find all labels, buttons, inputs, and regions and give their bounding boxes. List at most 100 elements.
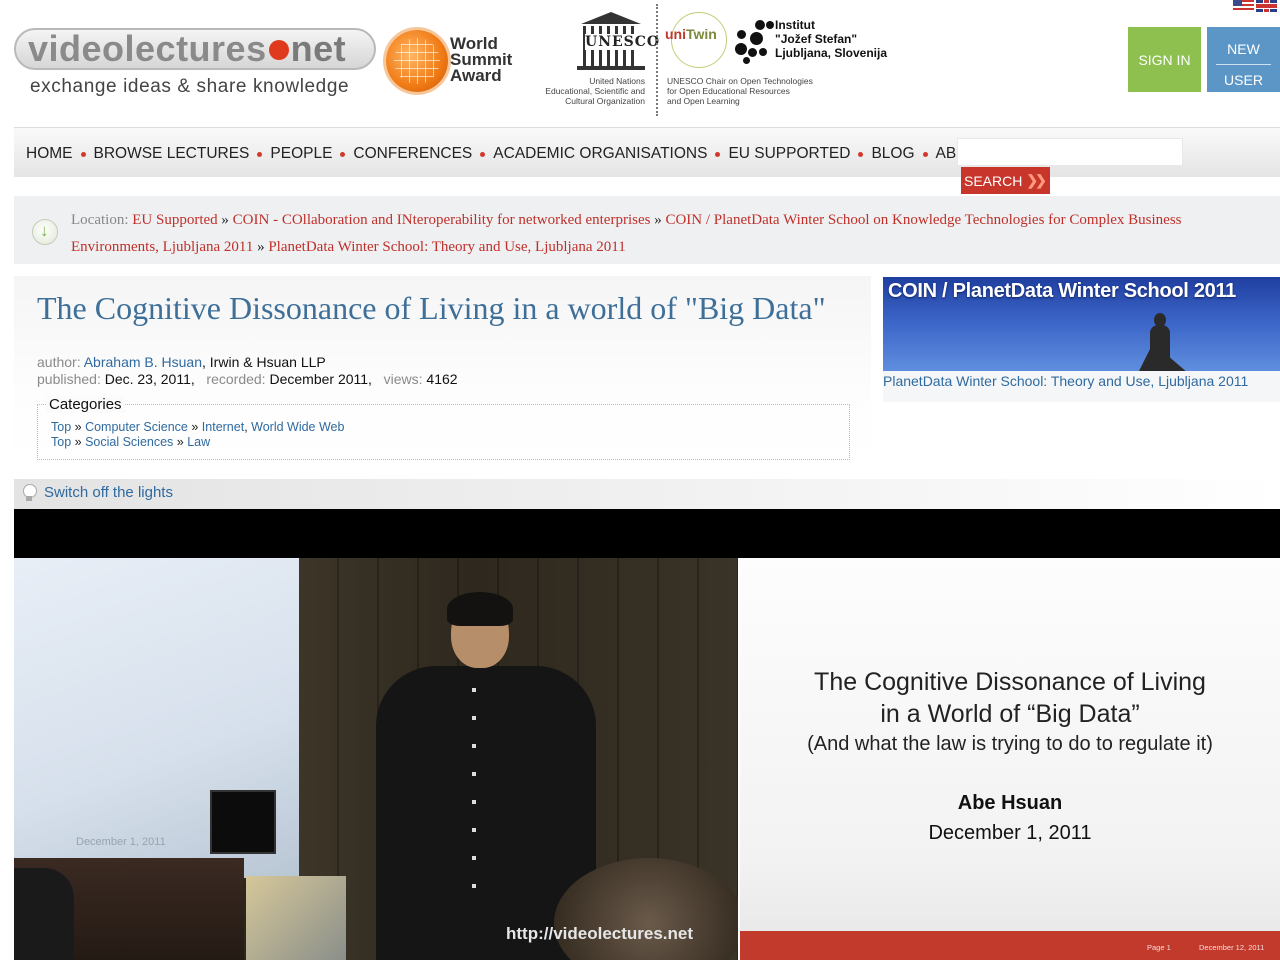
category-link[interactable]: Law [187,435,210,449]
unesco-line: Educational, Scientific and [545,86,645,96]
category-link[interactable]: Top [51,420,71,434]
nav-separator [257,151,263,157]
slide-subtitle: (And what the law is trying to do to reg… [807,733,1213,755]
wsa-line: Award [450,66,502,85]
unitwin-name-a: uni [665,26,686,42]
slide-title-line: The Cognitive Dissonance of Living [814,668,1206,696]
lightbulb-icon [23,484,37,501]
breadcrumb-separator: » [257,239,265,255]
unitwin-name: uniTwin [665,26,717,42]
us-flag-icon[interactable] [1233,0,1254,12]
switch-off-lights-link[interactable]: Switch off the lights [44,484,173,501]
breadcrumb: Location: EU Supported » COIN - COllabor… [14,196,1280,264]
published-value: Dec. 23, 2011, [104,371,195,387]
page-title: The Cognitive Dissonance of Living in a … [37,290,826,326]
author-link[interactable]: Abraham B. Hsuan [84,354,202,370]
nav-separator [80,151,86,157]
unesco-line: Cultural Organization [565,96,645,106]
unesco-line: United Nations [589,76,645,86]
videolectures-logo[interactable]: videolectures net exchange ideas & share … [14,28,376,100]
search-input[interactable] [957,138,1183,166]
ijs-line: "Jožef Stefan" [775,32,858,46]
unitwin-caption: UNESCO Chair on Open Technologies for Op… [667,76,813,106]
wsa-text: World Summit Award [450,35,512,85]
sign-in-button[interactable]: SIGN IN [1128,27,1201,92]
location-arrow-icon [32,219,58,245]
nav-separator [340,151,346,157]
breadcrumb-link[interactable]: COIN - COllaboration and INteroperabilit… [233,212,651,228]
slide-panel[interactable]: The Cognitive Dissonance of Living in a … [740,558,1280,960]
breadcrumb-text: Location: EU Supported » COIN - COllabor… [71,207,1271,261]
nav-separator [715,151,721,157]
slide-title-line: in a World of “Big Data” [880,700,1140,728]
category-link[interactable]: Computer Science [85,420,188,434]
category-link[interactable]: Internet [202,420,244,434]
event-banner[interactable]: COIN / PlanetData Winter School 2011 [883,277,1280,371]
nav-item-blog[interactable]: BLOG [871,145,914,163]
breadcrumb-link[interactable]: PlanetData Winter School: Theory and Use… [268,239,625,255]
logo-main-text: videolectures [28,28,267,69]
ijs-line: Ljubljana, Slovenija [775,46,888,60]
recorded-value: December 2011, [269,371,372,387]
published-label: published: [37,371,101,387]
dates-line: published: Dec. 23, 2011, recorded: Dece… [37,371,458,388]
search-button-label: SEARCH [964,172,1023,189]
nav-item-conferences[interactable]: CONFERENCES [353,145,472,163]
category-link[interactable]: Social Sciences [85,435,173,449]
slide-author: Abe Hsuan [957,792,1063,814]
site-header: videolectures net exchange ideas & share … [0,0,1280,125]
language-flags [1233,0,1277,12]
category-link[interactable]: Top [51,435,71,449]
unitwin-line: UNESCO Chair on Open Technologies [667,76,813,86]
logo-dot-icon [268,40,289,60]
nav-item-eu-supported[interactable]: EU SUPPORTED [728,145,850,163]
ijs-dots-icon [733,18,774,64]
audience-silhouette [14,868,74,960]
new-user-button[interactable]: NEW USER [1207,27,1280,92]
slide-footer: Page 1 December 12, 2011 [740,931,1280,960]
nav-separator [922,151,928,157]
lecture-info: The Cognitive Dissonance of Living in a … [14,276,871,466]
unesco-logo[interactable]: UNESCO United Nations Educational, Scien… [537,12,661,112]
world-summit-award-logo[interactable]: World Summit Award [386,28,536,96]
new-user-line: NEW [1227,41,1260,57]
event-card[interactable]: COIN / PlanetData Winter School 2011 Pla… [883,277,1280,402]
breadcrumb-link[interactable]: EU Supported [132,212,217,228]
lecture-meta: author: Abraham B. Hsuan, Irwin & Hsuan … [37,354,458,388]
event-caption-link[interactable]: PlanetData Winter School: Theory and Use… [883,373,1248,389]
double-chevron-right-icon: ❯❯ [1026,172,1047,188]
logo-net-text: net [290,28,347,69]
unesco-word: UNESCO [585,34,661,50]
breadcrumb-label: Location: [71,212,129,228]
nav-separator [480,151,486,157]
poster-image [246,876,346,960]
author-org: , Irwin & Hsuan LLP [202,354,326,370]
uk-flag-icon[interactable] [1256,0,1277,12]
slide-page-number: Page 1 [1147,943,1171,952]
logo-tagline: exchange ideas & share knowledge [30,76,350,97]
unitwin-line: and Open Learning [667,96,740,106]
unesco-temple-icon: UNESCO [577,12,661,74]
unesco-caption: United Nations Educational, Scientific a… [545,76,645,106]
unitwin-logo[interactable]: uniTwin [665,10,735,70]
ijs-text: Institut "Jožef Stefan" Ljubljana, Slove… [775,18,887,60]
video-watermark: http://videolectures.net [506,924,694,943]
ijs-logo[interactable]: Institut "Jožef Stefan" Ljubljana, Slove… [733,16,903,66]
breadcrumb-separator: » [221,212,229,228]
nav-item-people[interactable]: PEOPLE [270,145,332,163]
category-link[interactable]: World Wide Web [251,420,344,434]
logo-wordmark: videolectures net [14,28,376,70]
lights-toggle-bar[interactable]: Switch off the lights [14,479,1280,509]
nav-item-home[interactable]: HOME [26,145,73,163]
nav-item-academic-organisations[interactable]: ACADEMIC ORGANISATIONS [493,145,707,163]
video-player[interactable]: December 1, 2011 http://videolectures.ne… [14,558,738,960]
event-banner-title: COIN / PlanetData Winter School 2011 [888,280,1237,302]
nav-item-browse-lectures[interactable]: BROWSE LECTURES [94,145,250,163]
search-button[interactable]: SEARCH ❯❯ [961,167,1050,194]
categories-box: Categories Top » Computer Science » Inte… [37,396,850,460]
statue-image [1138,313,1198,371]
speaker-hair [447,592,513,626]
ijs-line: Institut [775,18,815,32]
unitwin-line: for Open Educational Resources [667,86,790,96]
player-top-bar [14,509,1280,558]
